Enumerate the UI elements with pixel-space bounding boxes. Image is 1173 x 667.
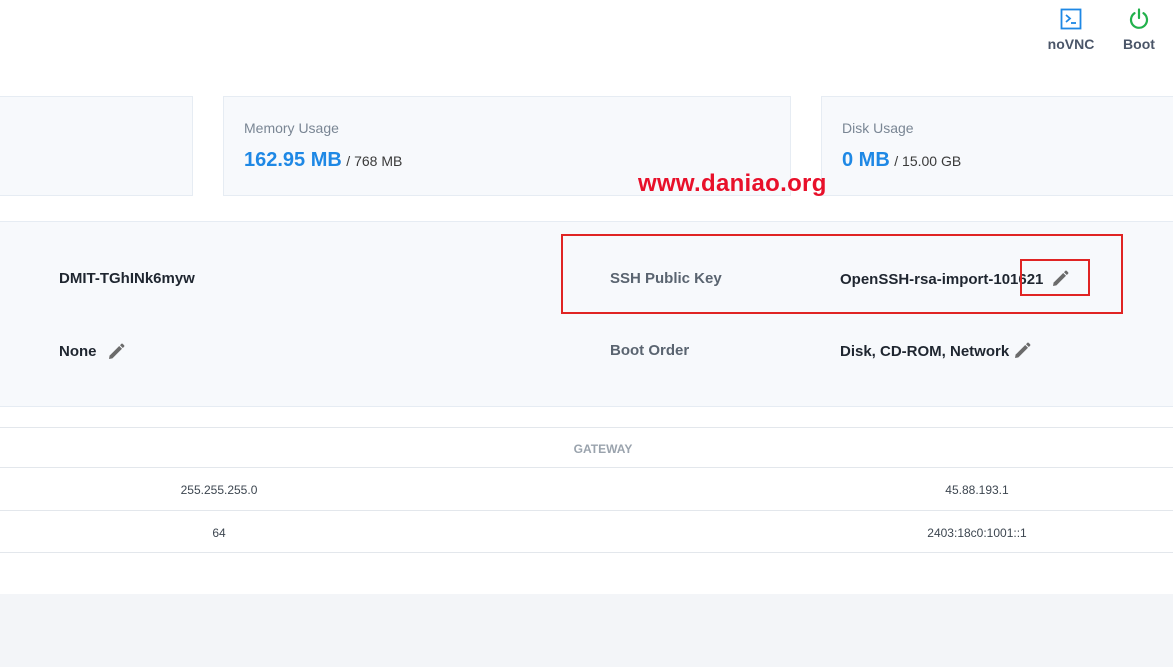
novnc-button[interactable]: noVNC <box>1041 6 1101 52</box>
disk-total: / 15.00 GB <box>894 153 962 169</box>
table-cell-netmask: 64 <box>212 526 226 540</box>
stat-card-partial <box>0 96 193 196</box>
memory-usage-title: Memory Usage <box>244 120 339 136</box>
server-info-panel: DMIT-TGhINk6myw None SSH Public Key Open… <box>0 221 1173 407</box>
pencil-icon[interactable] <box>106 342 126 362</box>
column-header-gateway: GATEWAY <box>573 442 633 456</box>
table-cell-netmask: 255.255.255.0 <box>180 483 258 497</box>
table-cell-gateway: 2403:18c0:1001::1 <box>927 526 1027 540</box>
novnc-label: noVNC <box>1047 36 1095 52</box>
table-cell-gateway: 45.88.193.1 <box>945 483 1009 497</box>
highlight-box-edit <box>1020 259 1090 296</box>
memory-total: / 768 MB <box>346 153 403 169</box>
footer-area <box>0 594 1173 667</box>
disk-usage-title: Disk Usage <box>842 120 914 136</box>
disk-usage-card: Disk Usage 0 MB / 15.00 GB <box>821 96 1173 196</box>
table-row: 64 2403:18c0:1001::1 <box>0 510 1173 553</box>
info-value-none: None <box>59 343 97 360</box>
power-icon <box>1129 8 1149 29</box>
boot-label: Boot <box>1123 36 1155 52</box>
network-table: GATEWAY 255.255.255.0 45.88.193.1 64 240… <box>0 427 1173 553</box>
pencil-icon[interactable] <box>1012 341 1032 361</box>
boot-button[interactable]: Boot <box>1109 6 1169 52</box>
boot-order-value: Disk, CD-ROM, Network <box>840 343 1010 360</box>
hostname-value: DMIT-TGhINk6myw <box>59 270 195 287</box>
memory-used: 162.95 MB <box>244 149 342 171</box>
disk-usage-value: 0 MB / 15.00 GB <box>842 149 961 172</box>
table-row: 255.255.255.0 45.88.193.1 <box>0 467 1173 510</box>
memory-usage-value: 162.95 MB / 768 MB <box>244 149 402 172</box>
boot-order-label: Boot Order <box>610 342 690 359</box>
disk-used: 0 MB <box>842 149 890 171</box>
table-header-row: GATEWAY <box>0 427 1173 467</box>
terminal-icon <box>1060 8 1082 30</box>
watermark: www.daniao.org <box>638 170 827 197</box>
